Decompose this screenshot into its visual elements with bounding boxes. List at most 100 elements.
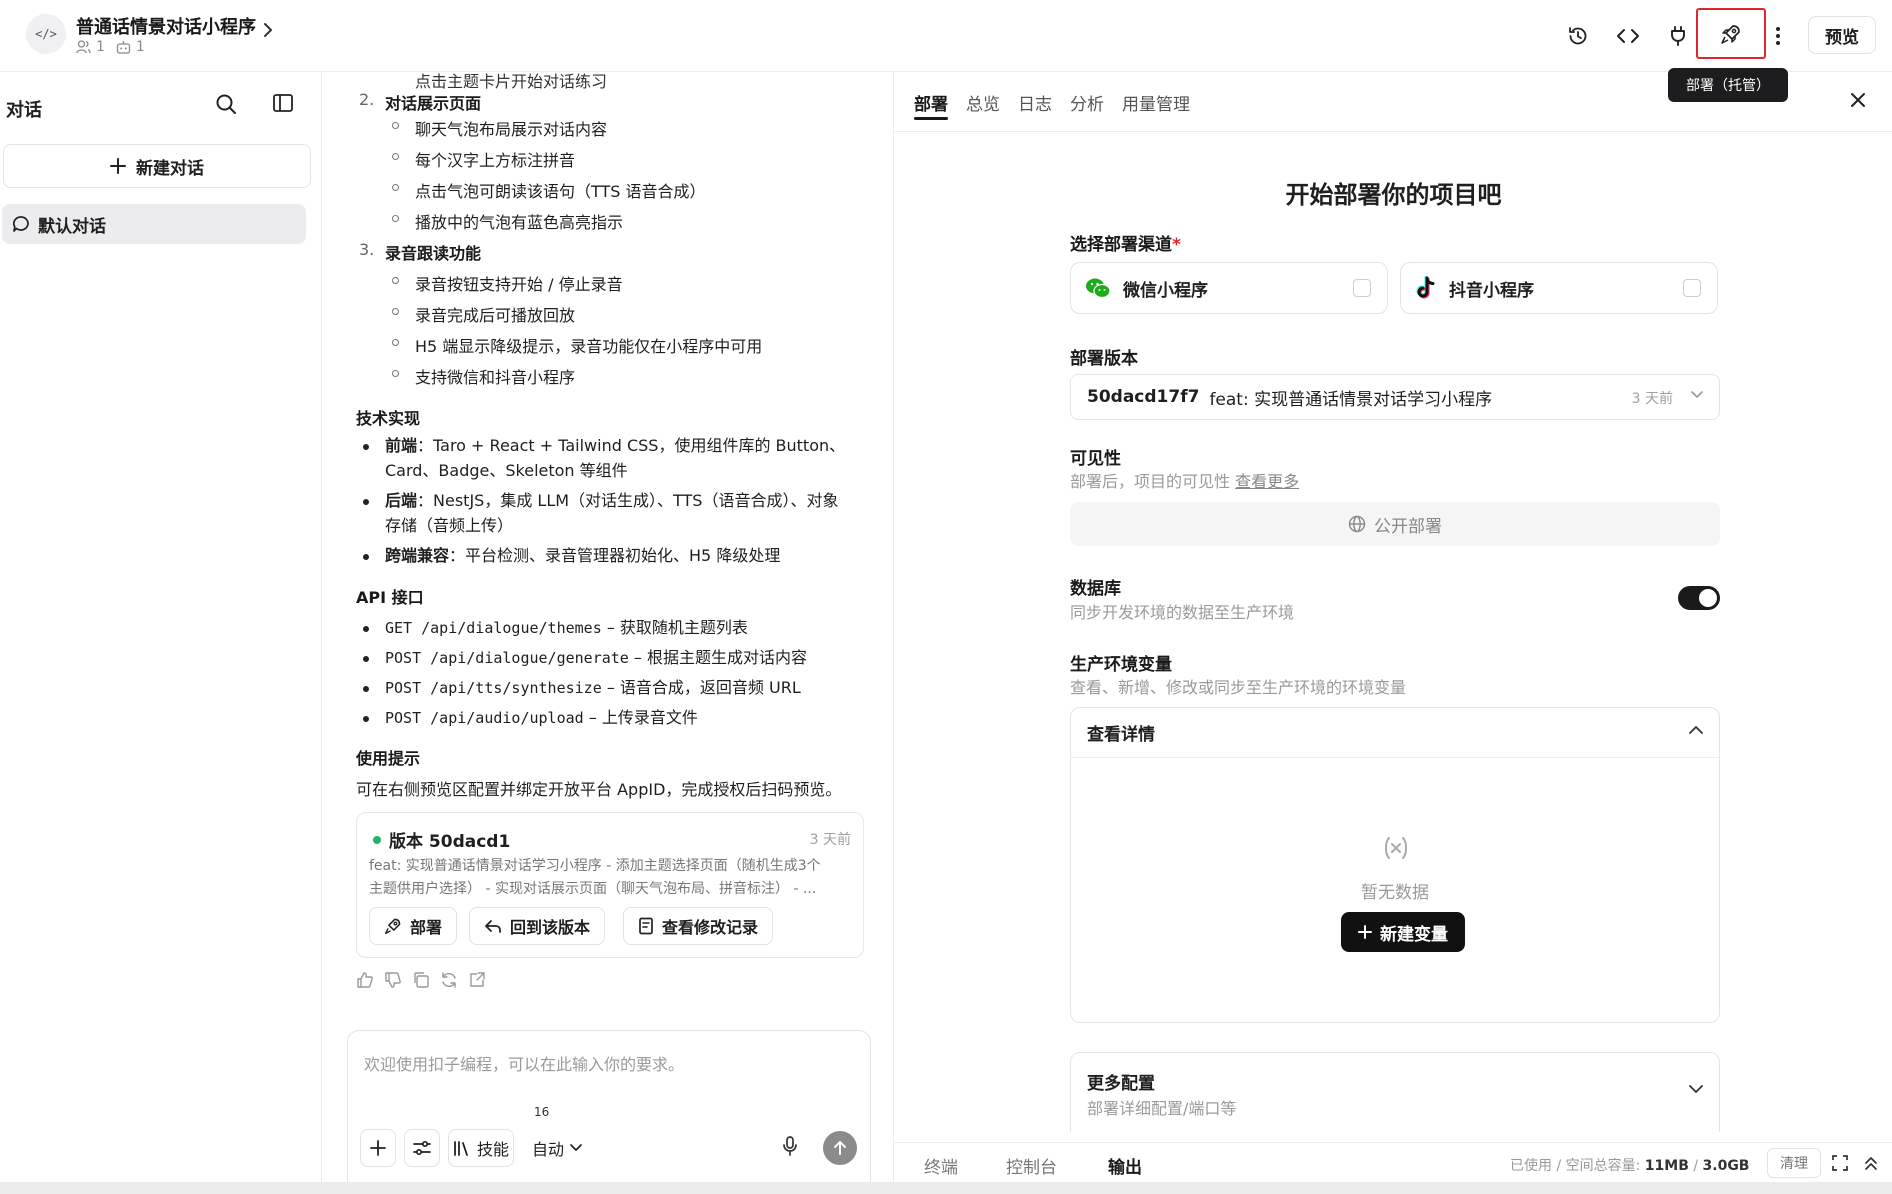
plus-icon	[110, 158, 126, 174]
revert-version-button[interactable]: 回到该版本	[469, 907, 606, 945]
tips-text: 可在右侧预览区配置并绑定开放平台 AppID，完成授权后扫码预览。	[356, 780, 842, 799]
tab-console[interactable]: 控制台	[1006, 1153, 1057, 1178]
section-title: 对话展示页面	[385, 94, 482, 113]
channel-label: 选择部署渠道*	[1070, 235, 1181, 255]
deploy-button[interactable]	[1696, 8, 1766, 59]
thumbs-up-icon[interactable]	[356, 971, 374, 989]
version-hash: 50dacd17f7	[1087, 387, 1200, 407]
list-bullet	[363, 554, 369, 560]
tab-logs[interactable]: 日志	[1018, 72, 1052, 132]
checkbox[interactable]	[1353, 279, 1371, 297]
tab-usage[interactable]: 用量管理	[1122, 72, 1190, 132]
skills-button[interactable]: 技能	[448, 1129, 514, 1167]
microphone-icon[interactable]	[782, 1135, 798, 1157]
see-more-link[interactable]: 查看更多	[1235, 472, 1299, 491]
new-chat-button[interactable]: 新建对话	[3, 144, 311, 188]
env-details-header[interactable]: 查看详情	[1071, 708, 1719, 758]
checkbox[interactable]	[1683, 279, 1701, 297]
project-code-icon[interactable]: </>	[26, 14, 66, 54]
sliders-icon	[412, 1139, 432, 1157]
tab-analytics[interactable]: 分析	[1070, 72, 1104, 132]
empty-variable-icon	[1383, 836, 1409, 860]
channel-douyin[interactable]: 抖音小程序	[1400, 262, 1718, 314]
project-meta: 1 1	[76, 39, 145, 55]
version-time: 3 天前	[809, 832, 851, 848]
api-heading: API 接口	[356, 588, 424, 607]
channel-wechat[interactable]: 微信小程序	[1070, 262, 1388, 314]
divider	[894, 131, 1892, 132]
sidebar-item-default-chat[interactable]: 默认对话	[2, 204, 306, 244]
clean-button[interactable]: 清理	[1767, 1148, 1821, 1178]
preview-button[interactable]: 预览	[1808, 16, 1876, 54]
add-attachment-button[interactable]	[360, 1129, 396, 1167]
project-title[interactable]: 普通话情景对话小程序	[76, 13, 256, 39]
list-number: 3.	[359, 240, 375, 259]
more-config-panel[interactable]: 更多配置 部署详细配置/端口等	[1070, 1052, 1720, 1132]
env-vars-panel: 查看详情 暂无数据 新建变量	[1070, 707, 1720, 1023]
mode-select[interactable]: 自动	[522, 1129, 592, 1167]
more-vertical-icon[interactable]	[1760, 18, 1796, 54]
close-icon[interactable]	[1848, 90, 1868, 110]
tab-overview[interactable]: 总览	[966, 72, 1000, 132]
list-bullet	[363, 444, 369, 450]
clipped-text: 点击主题卡片开始对话练习	[415, 72, 608, 91]
list-bullet	[363, 656, 369, 662]
bottom-bar: 终端 控制台 输出 已使用 / 空间总容量: 11MB / 3.0GB 清理	[894, 1142, 1892, 1182]
list-bullet	[392, 215, 399, 222]
version-title: 版本 50dacd1	[389, 832, 511, 852]
tab-deploy[interactable]: 部署	[914, 72, 948, 132]
new-variable-button[interactable]: 新建变量	[1341, 912, 1465, 952]
send-button[interactable]	[823, 1131, 857, 1165]
list-bullet	[392, 153, 399, 160]
list-item: 点击气泡可朗读该语句（TTS 语音合成）	[415, 182, 706, 201]
tips-heading: 使用提示	[356, 749, 421, 768]
arrow-up-icon	[832, 1140, 848, 1156]
thumbs-down-icon[interactable]	[384, 971, 402, 989]
chevron-down-icon	[1689, 1085, 1703, 1094]
page-title: 开始部署你的项目吧	[1285, 181, 1502, 209]
chat-bubble-icon	[12, 215, 30, 233]
fullscreen-icon[interactable]	[1832, 1155, 1848, 1171]
bot-icon	[116, 40, 131, 54]
public-deploy-button[interactable]: 公开部署	[1070, 502, 1720, 546]
env-vars-description: 查看、新增、修改或同步至生产环境的环境变量	[1070, 678, 1407, 697]
chevron-up-icon[interactable]	[1689, 725, 1703, 734]
view-changes-button[interactable]: 查看修改记录	[623, 907, 774, 945]
chat-input[interactable]: 欢迎使用扣子编程，可以在此输入你的要求。	[364, 1051, 684, 1075]
list-bullet	[363, 716, 369, 722]
sidebar: 对话 新建对话 默认对话	[0, 72, 322, 1182]
refresh-icon[interactable]	[440, 971, 458, 989]
code-icon[interactable]	[1610, 18, 1646, 54]
chevron-right-icon[interactable]	[262, 22, 274, 38]
message-actions	[356, 971, 486, 989]
list-item: H5 端显示降级提示，录音功能仅在小程序中可用	[415, 337, 763, 356]
tab-terminal[interactable]: 终端	[924, 1153, 958, 1178]
version-select[interactable]: 50dacd17f7 feat: 实现普通话情景对话学习小程序 3 天前	[1070, 374, 1720, 420]
copy-icon[interactable]	[412, 971, 430, 989]
search-icon[interactable]	[214, 92, 238, 116]
empty-state-text: 暂无数据	[1361, 883, 1429, 903]
skill-count-badge: 16	[534, 1105, 550, 1119]
deploy-version-button[interactable]: 部署	[369, 907, 458, 945]
chevrons-up-icon[interactable]	[1864, 1155, 1878, 1171]
plus-icon	[370, 1140, 386, 1156]
visibility-label: 可见性	[1070, 449, 1121, 469]
tab-output[interactable]: 输出	[1108, 1153, 1142, 1178]
list-bullet	[392, 308, 399, 315]
version-description: feat: 实现普通话情景对话学习小程序 - 添加主题选择页面（随机生成3个 主题…	[369, 858, 821, 897]
env-vars-label: 生产环境变量	[1070, 655, 1172, 675]
list-bullet	[392, 122, 399, 129]
settings-sliders-button[interactable]	[404, 1129, 440, 1167]
plugin-icon[interactable]	[1660, 18, 1696, 54]
list-bullet	[392, 339, 399, 346]
api-item: GET /api/dialogue/themes – 获取随机主题列表	[385, 618, 748, 637]
list-bullet	[392, 277, 399, 284]
rocket-icon	[1720, 23, 1742, 45]
history-icon[interactable]	[1560, 18, 1596, 54]
share-icon[interactable]	[468, 971, 486, 989]
database-sync-toggle[interactable]	[1678, 586, 1720, 610]
section-title: 录音跟读功能	[385, 244, 482, 263]
top-bar: </> 普通话情景对话小程序 1 1 预览	[0, 0, 1892, 72]
sidebar-toggle-icon[interactable]	[272, 92, 294, 114]
list-item: 支持微信和抖音小程序	[415, 368, 576, 387]
